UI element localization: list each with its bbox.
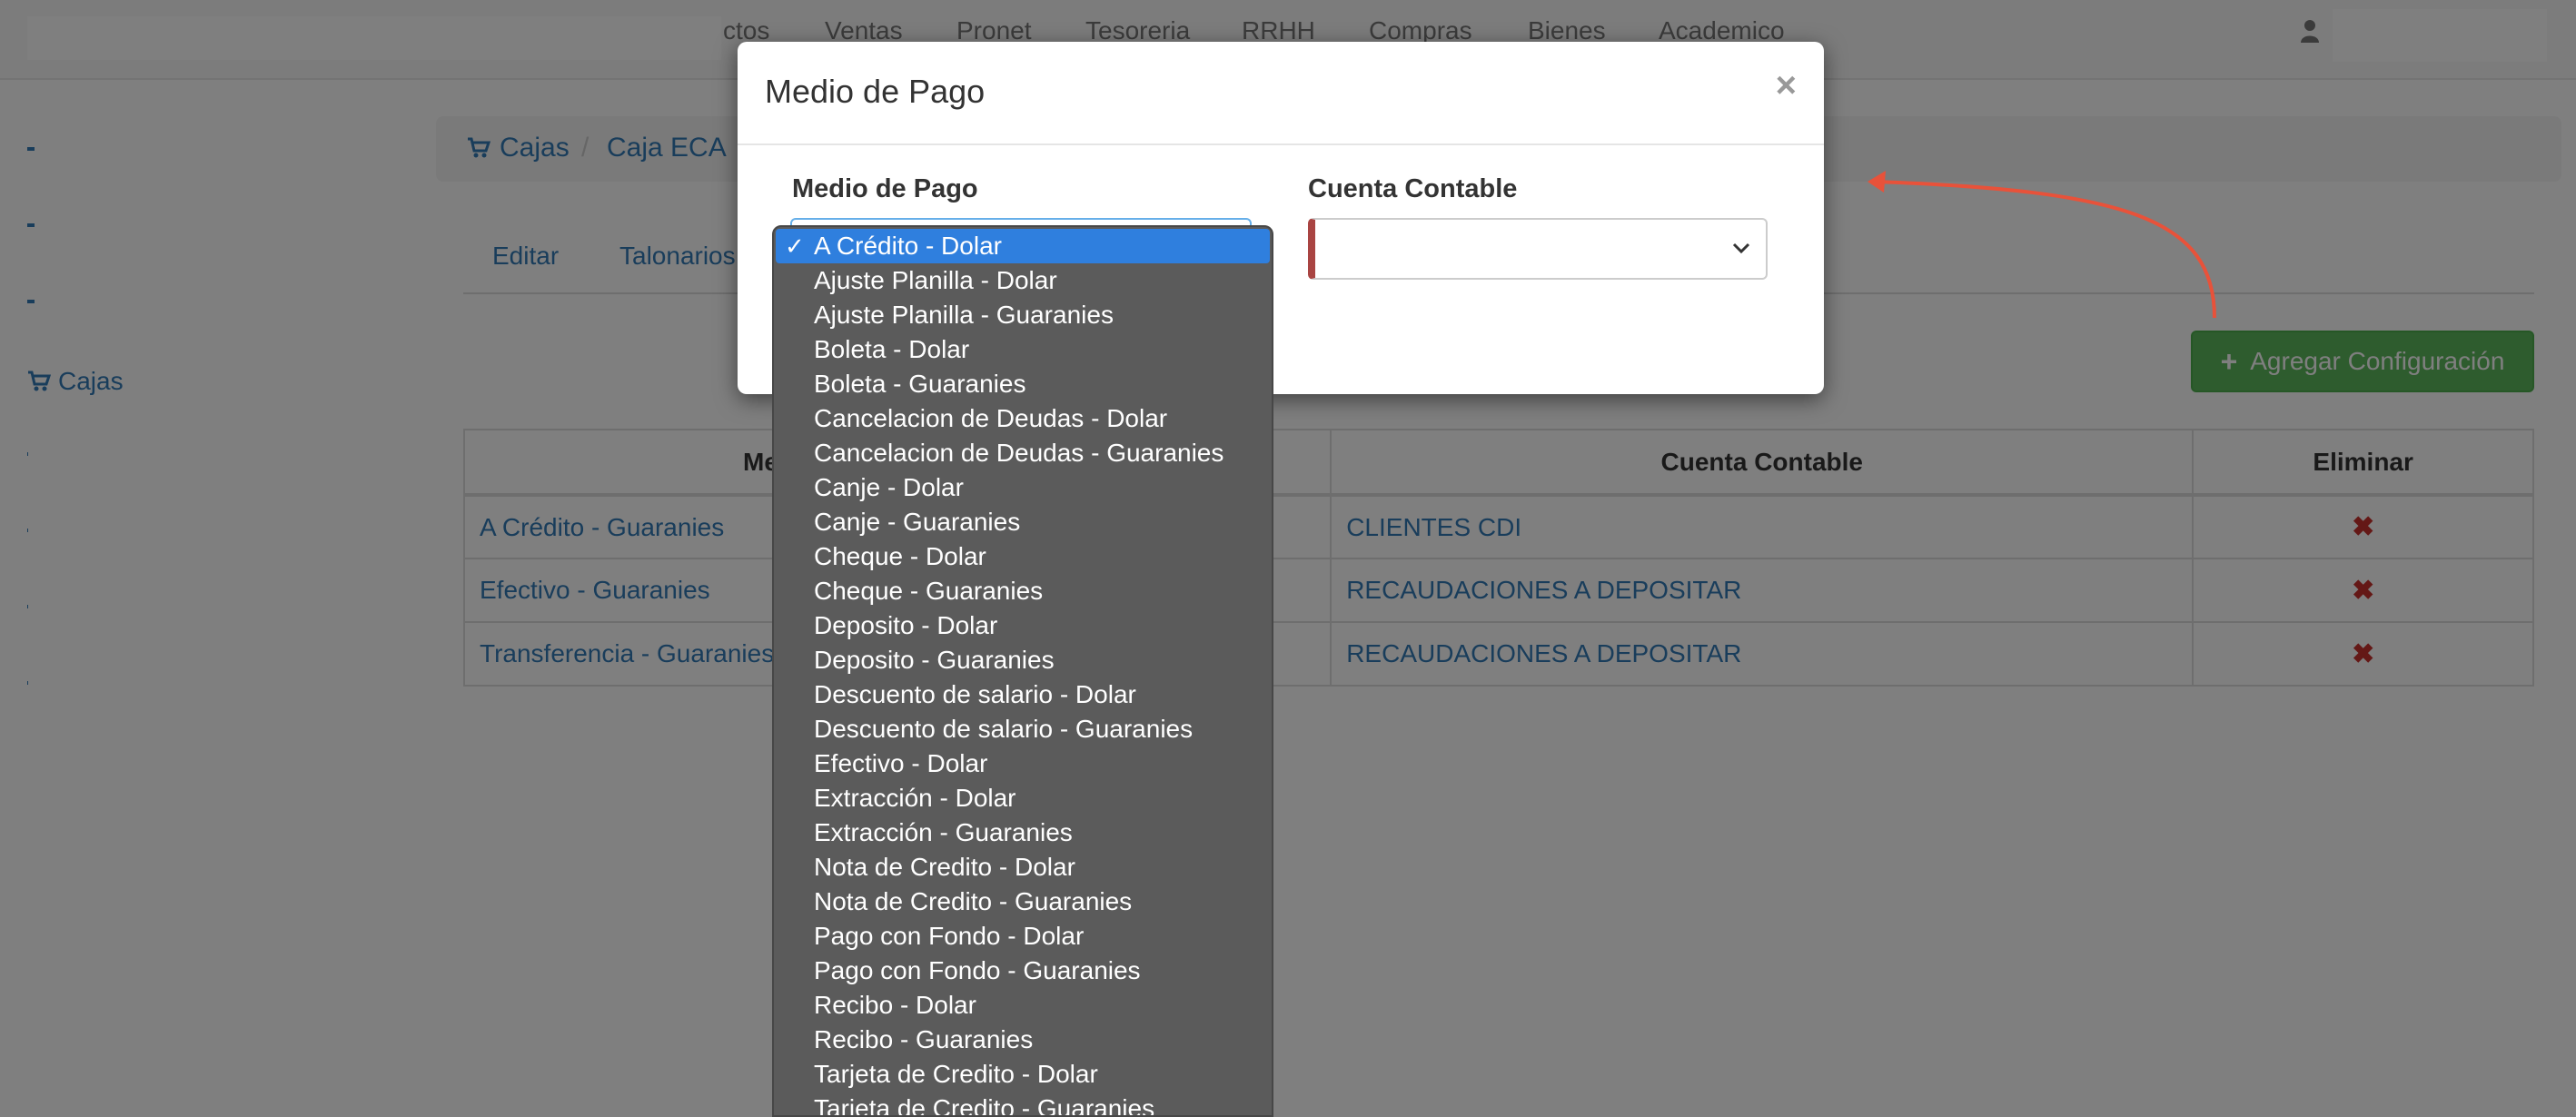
dropdown-option-label: Cancelacion de Deudas - Guaranies: [814, 439, 1224, 467]
dropdown-option[interactable]: Tarjeta de Credito - Dolar: [776, 1057, 1270, 1092]
dropdown-option[interactable]: ✓ A Crédito - Dolar: [776, 229, 1270, 263]
dropdown-option-label: A Crédito - Dolar: [814, 232, 1002, 260]
cuenta-contable-select[interactable]: [1308, 218, 1768, 280]
dropdown-option[interactable]: Recibo - Guaranies: [776, 1023, 1270, 1057]
dropdown-option-label: Extracción - Guaranies: [814, 818, 1073, 846]
dropdown-option-label: Tarjeta de Credito - Dolar: [814, 1060, 1098, 1088]
dropdown-option[interactable]: Nota de Credito - Guaranies: [776, 885, 1270, 919]
dropdown-option[interactable]: Cancelacion de Deudas - Guaranies: [776, 436, 1270, 470]
dropdown-option-label: Deposito - Dolar: [814, 611, 998, 639]
dropdown-option-label: Recibo - Guaranies: [814, 1025, 1034, 1053]
dropdown-option[interactable]: Boleta - Dolar: [776, 332, 1270, 367]
dropdown-option[interactable]: Nota de Credito - Dolar: [776, 850, 1270, 885]
dropdown-option-label: Nota de Credito - Guaranies: [814, 887, 1133, 915]
medio-de-pago-label: Medio de Pago: [792, 174, 978, 203]
dropdown-option-label: Canje - Dolar: [814, 473, 964, 501]
dropdown-option[interactable]: Cheque - Dolar: [776, 539, 1270, 574]
dropdown-option-label: Cheque - Guaranies: [814, 577, 1044, 605]
dropdown-option-label: Pago con Fondo - Dolar: [814, 922, 1085, 950]
dropdown-option[interactable]: Deposito - Guaranies: [776, 643, 1270, 677]
dropdown-option-label: Ajuste Planilla - Guaranies: [814, 301, 1114, 329]
dropdown-option-label: Efectivo - Dolar: [814, 749, 988, 777]
dropdown-option-label: Boleta - Dolar: [814, 335, 970, 363]
dropdown-option[interactable]: Ajuste Planilla - Dolar: [776, 263, 1270, 298]
dropdown-option-label: Boleta - Guaranies: [814, 370, 1026, 398]
dropdown-option[interactable]: Pago con Fondo - Guaranies: [776, 954, 1270, 988]
checkmark-icon: ✓: [785, 232, 805, 260]
dropdown-option[interactable]: Extracción - Dolar: [776, 781, 1270, 816]
dropdown-option[interactable]: Boleta - Guaranies: [776, 367, 1270, 401]
dropdown-option-label: Nota de Credito - Dolar: [814, 853, 1075, 881]
dropdown-option[interactable]: Ajuste Planilla - Guaranies: [776, 298, 1270, 332]
dropdown-option-label: Canje - Guaranies: [814, 508, 1021, 536]
dropdown-option[interactable]: Cancelacion de Deudas - Dolar: [776, 401, 1270, 436]
dropdown-option-label: Cancelacion de Deudas - Dolar: [814, 404, 1168, 432]
dropdown-option-label: Deposito - Guaranies: [814, 646, 1055, 674]
dropdown-option[interactable]: Recibo - Dolar: [776, 988, 1270, 1023]
modal-title: Medio de Pago: [765, 73, 986, 110]
dropdown-option-label: Descuento de salario - Dolar: [814, 680, 1136, 708]
dropdown-option-label: Extracción - Dolar: [814, 784, 1016, 812]
annotation-arrow-icon: [1868, 171, 2216, 319]
dropdown-option-label: Ajuste Planilla - Dolar: [814, 266, 1057, 294]
medio-de-pago-options: ✓ A Crédito - Dolar Ajuste Planilla - Dola…: [772, 225, 1273, 1117]
dropdown-option-label: Descuento de salario - Guaranies: [814, 715, 1194, 743]
dropdown-option[interactable]: Extracción - Guaranies: [776, 816, 1270, 850]
dropdown-option[interactable]: Descuento de salario - Guaranies: [776, 712, 1270, 746]
cuenta-contable-label: Cuenta Contable: [1308, 174, 1518, 203]
dropdown-option[interactable]: Descuento de salario - Dolar: [776, 677, 1270, 712]
dropdown-option-label: Pago con Fondo - Guaranies: [814, 956, 1141, 984]
dropdown-option[interactable]: Canje - Guaranies: [776, 505, 1270, 539]
dropdown-option-label: Cheque - Dolar: [814, 542, 986, 570]
modal-header-divider: [738, 143, 1824, 145]
dropdown-option[interactable]: Tarjeta de Credito - Guaranies: [776, 1092, 1270, 1117]
chevron-down-icon: [1732, 242, 1750, 254]
dropdown-option[interactable]: Cheque - Guaranies: [776, 574, 1270, 608]
dropdown-option-label: Recibo - Dolar: [814, 991, 976, 1019]
close-icon[interactable]: ×: [1776, 65, 1797, 106]
dropdown-option[interactable]: Pago con Fondo - Dolar: [776, 919, 1270, 954]
dropdown-option[interactable]: Canje - Dolar: [776, 470, 1270, 505]
dropdown-option[interactable]: Efectivo - Dolar: [776, 746, 1270, 781]
dropdown-option[interactable]: Deposito - Dolar: [776, 608, 1270, 643]
dropdown-option-label: Tarjeta de Credito - Guaranies: [814, 1094, 1155, 1117]
